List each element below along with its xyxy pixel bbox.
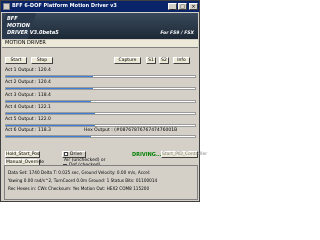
header-banner: BFF MOTION DRIVER V3.0beta5 For FS9 / FS… bbox=[2, 13, 198, 39]
section-title: MOTION DRIVER bbox=[5, 40, 46, 46]
act-3-label: Act 3 Output : 118.4 bbox=[5, 93, 51, 98]
act-5-bar-fill bbox=[6, 125, 95, 126]
act-4-label: Act 4 Output : 122.1 bbox=[5, 105, 51, 110]
drive-button[interactable]: Drive bbox=[62, 151, 86, 158]
logo-line-2: MOTION bbox=[7, 23, 30, 29]
act-6-bar bbox=[5, 135, 196, 138]
s2-button[interactable]: S2 bbox=[159, 57, 169, 64]
act-5-label: Act 5 Output : 122.0 bbox=[5, 117, 51, 122]
maximize-button[interactable]: □ bbox=[178, 3, 187, 10]
info-button[interactable]: Info bbox=[173, 57, 190, 64]
title-bar[interactable]: BFF 6-DOF Platform Motion Driver v3 _ □ … bbox=[1, 1, 199, 12]
minimize-button[interactable]: _ bbox=[168, 3, 177, 10]
status-line-3: Rec Hexes in: CWs Checksum: Yes Motion O… bbox=[8, 186, 150, 191]
app-icon bbox=[3, 3, 10, 10]
driving-status: DRIVING... bbox=[132, 152, 162, 158]
logo-line-3: DRIVER V3.0beta5 bbox=[7, 30, 59, 36]
act-1-bar-fill bbox=[6, 76, 93, 77]
start-button[interactable]: Start bbox=[5, 57, 27, 64]
capture-button[interactable]: Capture bbox=[114, 57, 141, 64]
hex-output: Hex Output : (#0876787676747476001B bbox=[84, 128, 178, 133]
status-line-2: Yawing 0.00 rad/s^2, TurnCoord 0.0m Grou… bbox=[8, 178, 158, 183]
act-1-bar bbox=[5, 75, 196, 78]
act-6-label: Act 6 Output : 118.3 bbox=[5, 128, 51, 133]
app-window: BFF 6-DOF Platform Motion Driver v3 _ □ … bbox=[0, 0, 207, 202]
status-line-1: Data Set: 1740 Delta T: 0.025 sec, Groun… bbox=[8, 170, 151, 175]
act-5-bar bbox=[5, 124, 196, 127]
drive-checkbox[interactable] bbox=[64, 152, 68, 156]
hold-start-pos-button[interactable]: Hold_Start_Pos bbox=[5, 151, 40, 158]
header-tagline: For FS9 / FSX bbox=[160, 31, 194, 36]
act-3-bar bbox=[5, 100, 196, 103]
section-title-bar: MOTION DRIVER bbox=[2, 40, 198, 48]
act-1-label: Act 1 Output : 120.4 bbox=[5, 68, 51, 73]
act-2-bar bbox=[5, 87, 196, 90]
status-panel: Data Set: 1740 Delta T: 0.025 sec, Groun… bbox=[4, 165, 198, 200]
stop-button[interactable]: Stop bbox=[31, 57, 53, 64]
act-2-label: Act 2 Output : 120.4 bbox=[5, 80, 51, 85]
act-4-bar bbox=[5, 112, 196, 115]
close-button[interactable]: × bbox=[189, 3, 198, 10]
window-title: BFF 6-DOF Platform Motion Driver v3 bbox=[12, 3, 117, 9]
s1-button[interactable]: S1 bbox=[146, 57, 156, 64]
drive-label: Drive bbox=[70, 152, 82, 157]
logo-line-1: BFF bbox=[7, 16, 18, 22]
act-3-bar-fill bbox=[6, 101, 92, 102]
act-2-bar-fill bbox=[6, 88, 93, 89]
act-6-bar-fill bbox=[6, 136, 92, 137]
start-pid-controller-button[interactable]: Start_PID_Controller bbox=[161, 151, 207, 158]
act-4-bar-fill bbox=[6, 113, 95, 114]
